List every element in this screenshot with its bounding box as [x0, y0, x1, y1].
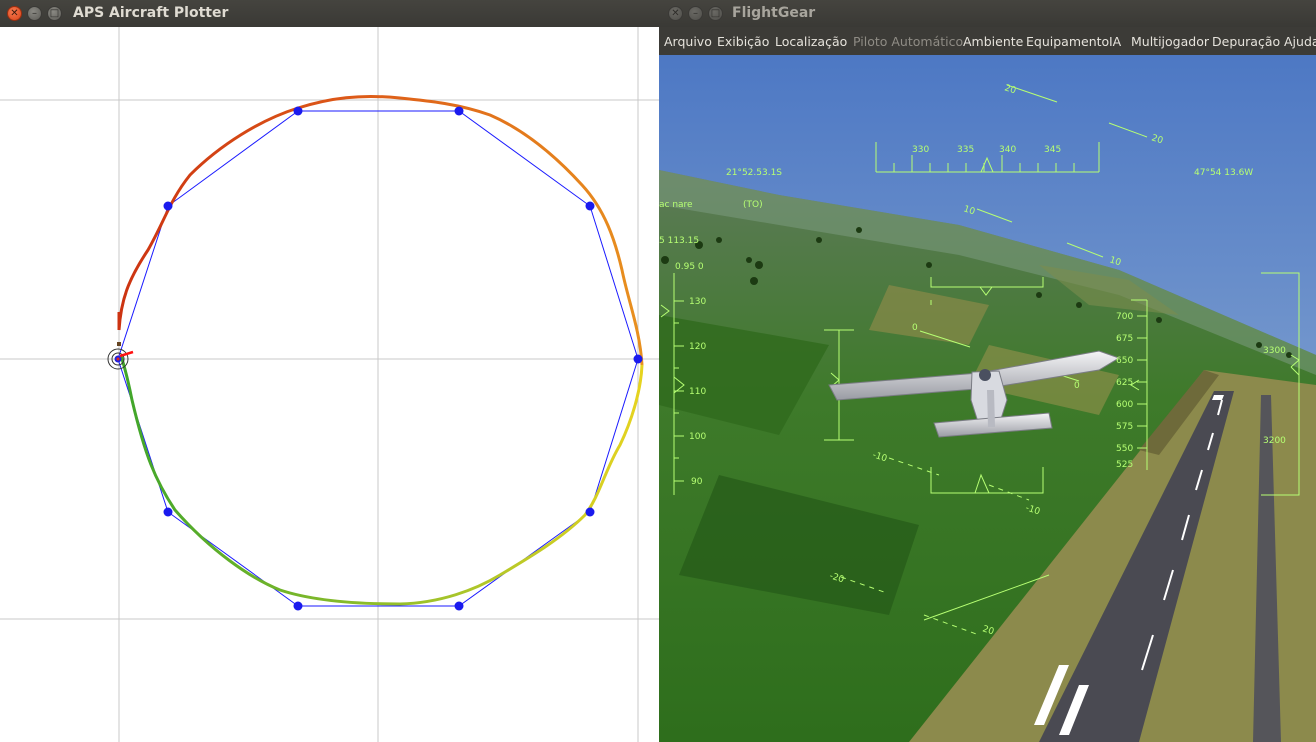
- waypoint-marker: [163, 507, 173, 517]
- waypoint-marker: [293, 106, 303, 116]
- hud-latitude: 21°52.53.1S: [726, 168, 782, 178]
- hud-readout: 0.95 0: [675, 262, 704, 272]
- close-icon[interactable]: ✕: [668, 6, 683, 21]
- plot-canvas[interactable]: [0, 27, 659, 742]
- waypoint-marker: [585, 507, 595, 517]
- waypoint-marker: [454, 106, 464, 116]
- window-title: APS Aircraft Plotter: [73, 5, 229, 21]
- window-title: FlightGear: [732, 5, 816, 21]
- grid: [0, 27, 659, 742]
- heading-label: 335: [957, 145, 974, 155]
- menu-piloto-automatico[interactable]: Piloto Automático: [853, 34, 963, 49]
- flight-track-lower: [119, 355, 644, 606]
- altitude-label: 600: [1116, 400, 1133, 410]
- flightgear-titlebar[interactable]: ✕ – □ FlightGear: [659, 0, 1316, 27]
- menu-equipamento[interactable]: Equipamento: [1026, 34, 1109, 49]
- altitude-label: 575: [1116, 422, 1133, 432]
- aircraft-icon: [117, 342, 121, 346]
- speed-label: 90: [691, 477, 703, 487]
- heading-label: 340: [999, 145, 1016, 155]
- plotter-window: ✕ – □ APS Aircraft Plotter: [0, 0, 659, 742]
- waypoint-marker: [293, 601, 303, 611]
- menu-ajuda[interactable]: Ajuda: [1284, 34, 1316, 49]
- menu-depuracao[interactable]: Depuração: [1212, 34, 1280, 49]
- maximize-icon[interactable]: □: [47, 6, 62, 21]
- vertical-speed-label: 3300: [1263, 346, 1286, 356]
- speed-label: 100: [689, 432, 706, 442]
- maximize-icon[interactable]: □: [708, 6, 723, 21]
- menu-multijogador[interactable]: Multijogador: [1131, 34, 1209, 49]
- close-icon[interactable]: ✕: [7, 6, 22, 21]
- waypoint-marker: [163, 201, 173, 211]
- altitude-label: 700: [1116, 312, 1133, 322]
- heading-label: 330: [912, 145, 929, 155]
- flightgear-window: ✕ – □ FlightGear Arquivo Exibição Locali…: [659, 0, 1316, 742]
- speed-label: 130: [689, 297, 706, 307]
- speed-label: 120: [689, 342, 706, 352]
- pitch-label: 0: [1074, 381, 1080, 391]
- flight-track-upper: [117, 94, 644, 366]
- altitude-label: 625: [1116, 378, 1133, 388]
- menu-exibicao[interactable]: Exibição: [717, 34, 769, 49]
- altitude-label: 550: [1116, 444, 1133, 454]
- hud-mode: ac nare: [659, 200, 693, 210]
- vertical-speed-label: 3200: [1263, 436, 1286, 446]
- altitude-label: 525: [1116, 460, 1133, 470]
- hud-longitude: 47°54 13.6W: [1194, 168, 1253, 178]
- aircraft-fin: [987, 390, 995, 427]
- altitude-label: 675: [1116, 334, 1133, 344]
- waypoint-marker: [585, 201, 595, 211]
- menu-ambiente[interactable]: Ambiente: [963, 34, 1023, 49]
- speed-label: 110: [689, 387, 706, 397]
- menu-localizacao[interactable]: Localização: [775, 34, 847, 49]
- menu-arquivo[interactable]: Arquivo: [664, 34, 712, 49]
- aircraft-cockpit: [979, 369, 991, 381]
- 3d-viewport[interactable]: 21°52.53.1S 47°54 13.6W 330 335 340 345 …: [659, 55, 1316, 742]
- minimize-icon[interactable]: –: [688, 6, 703, 21]
- plotter-titlebar[interactable]: ✕ – □ APS Aircraft Plotter: [0, 0, 659, 27]
- altitude-label: 650: [1116, 356, 1133, 366]
- minimize-icon[interactable]: –: [27, 6, 42, 21]
- waypoint-marker: [633, 354, 643, 364]
- pitch-label: 0: [912, 323, 918, 333]
- waypoint-marker: [454, 601, 464, 611]
- route-plot: [0, 27, 659, 742]
- flight-scene: 21°52.53.1S 47°54 13.6W 330 335 340 345 …: [659, 55, 1316, 742]
- heading-label: 345: [1044, 145, 1061, 155]
- menu-bar: Arquivo Exibição Localização Piloto Auto…: [659, 27, 1316, 55]
- hud-readout: 5 113.15: [659, 236, 699, 246]
- aircraft-position-marker: [107, 342, 134, 370]
- menu-ia[interactable]: IA: [1109, 34, 1121, 49]
- hud-mode-to: (TO): [743, 200, 763, 210]
